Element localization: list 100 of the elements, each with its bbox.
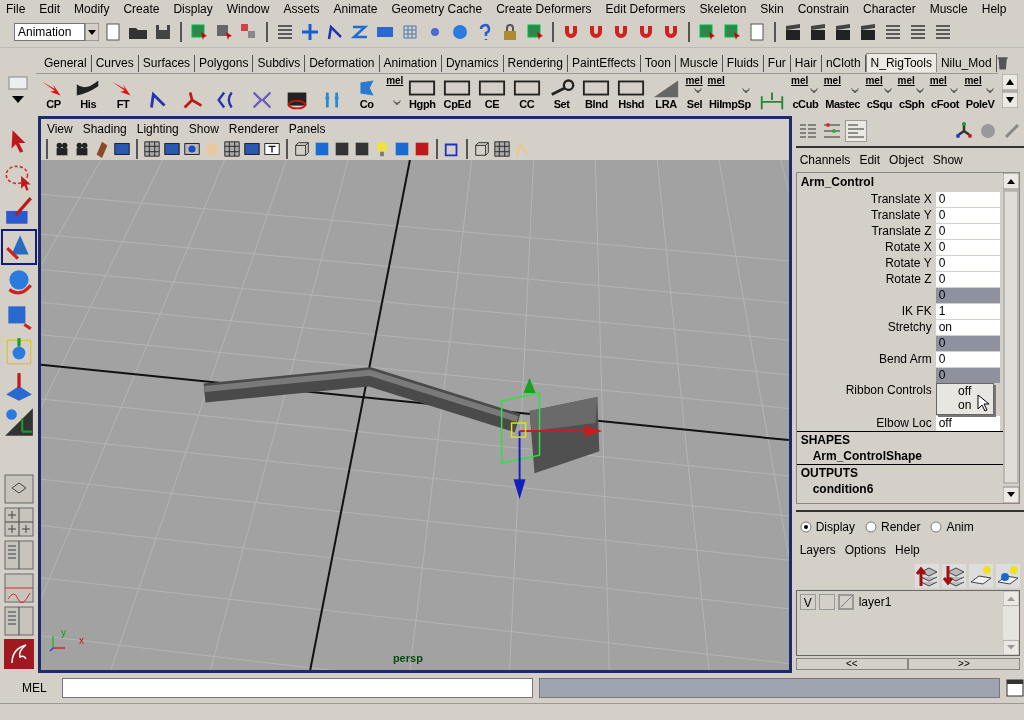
plus-icon[interactable] — [300, 22, 320, 42]
layer-menu-item[interactable]: Layers — [799, 543, 836, 557]
shelf-button[interactable]: Blnd — [579, 73, 614, 110]
page-button[interactable]: << — [795, 658, 908, 670]
attribute-value-field[interactable]: on — [935, 319, 1000, 335]
radio-label[interactable]: Display — [815, 520, 856, 534]
shelf-button[interactable]: mel Sel — [683, 73, 706, 110]
shelf-button[interactable]: His — [70, 73, 106, 110]
shelf-tab[interactable]: Deformation — [305, 55, 380, 72]
shelf-tab[interactable]: Polygons — [195, 55, 254, 72]
shelf-tab[interactable]: PaintEffects — [567, 55, 641, 72]
axes-icon[interactable] — [2, 406, 35, 438]
display-type-toggle[interactable] — [818, 594, 835, 610]
panel-menu-item[interactable]: Lighting — [136, 121, 179, 136]
layer-menu-item[interactable]: Options — [844, 543, 887, 557]
shelf-tab[interactable]: Curves — [91, 55, 139, 72]
menu-item[interactable]: Animate — [333, 1, 378, 16]
shelf-scrollbar[interactable] — [1002, 74, 1018, 108]
hypershade-icon[interactable] — [883, 22, 903, 42]
visibility-toggle[interactable]: V — [799, 594, 816, 610]
radio-button[interactable] — [930, 521, 943, 533]
attribute-label[interactable]: Rotate X — [796, 240, 936, 254]
attribute-label[interactable]: Rotate Y — [796, 256, 936, 270]
shelf-tab[interactable]: Surfaces — [138, 55, 196, 72]
channel-menu-item[interactable]: Object — [889, 153, 924, 167]
mode-dropdown[interactable]: Animation — [14, 23, 85, 41]
graph-pane-icon[interactable] — [3, 573, 34, 603]
attribute-value-field[interactable]: 0 — [935, 271, 1000, 287]
attribute-value-field[interactable]: 0 — [935, 223, 1000, 239]
menu-item[interactable]: Edit Deformers — [605, 1, 686, 16]
shelf-button[interactable]: LRA — [648, 73, 684, 110]
node-name[interactable]: condition6 — [796, 481, 1003, 497]
channel-menu-item[interactable]: Show — [932, 153, 963, 167]
panel-menu-item[interactable]: Renderer — [228, 121, 279, 136]
shelf-tab[interactable]: Fluids — [722, 55, 764, 72]
shelf-button[interactable]: mel cSqu — [863, 73, 896, 110]
shelf-tab[interactable]: Rendering — [503, 55, 568, 72]
shelf-tab[interactable]: nCloth — [821, 55, 866, 72]
shelf-button[interactable]: CC — [509, 73, 545, 110]
attributes-icon[interactable] — [908, 22, 928, 42]
frame-icon[interactable] — [492, 140, 511, 158]
menu-item[interactable]: Modify — [74, 1, 110, 16]
menu-item[interactable]: File — [6, 1, 26, 16]
menu-item[interactable]: Window — [226, 1, 270, 16]
shelf-tab[interactable]: Nilu_Mod — [936, 55, 997, 72]
node-name[interactable]: Arm_ControlShape — [796, 448, 1003, 464]
menu-item[interactable]: Help — [981, 1, 1007, 16]
attribute-value-field[interactable]: 0 — [935, 239, 1000, 255]
shelf-button[interactable]: mel Mastec — [821, 73, 864, 110]
menu-item[interactable]: Skin — [760, 1, 784, 16]
shelf-button[interactable]: mel cCub — [789, 73, 822, 110]
attribute-value-field[interactable]: 1 — [935, 303, 1000, 319]
xray-cube-icon[interactable] — [472, 140, 491, 158]
color-swatch-icon[interactable] — [837, 594, 854, 610]
attribute-label[interactable]: Elbow Loc — [796, 416, 936, 430]
shelf-tab[interactable]: General — [40, 55, 92, 72]
field-chart-icon[interactable] — [222, 140, 241, 158]
brush-icon[interactable] — [1002, 121, 1022, 141]
menu-item[interactable]: Muscle — [929, 1, 968, 16]
attribute-label[interactable]: Translate Z — [796, 224, 936, 238]
attribute-label[interactable]: Translate Y — [796, 208, 936, 222]
shelf-tab[interactable]: Dynamics — [441, 55, 504, 72]
command-input-field[interactable] — [61, 678, 533, 698]
new-layer-selected-icon[interactable] — [996, 564, 1020, 588]
channel-layer-icon[interactable] — [845, 121, 866, 141]
shelf-button[interactable]: mel HiImpSp — [705, 73, 755, 110]
shelf-button[interactable]: Set — [544, 73, 579, 110]
attribute-label[interactable]: Bend Arm — [796, 352, 936, 366]
menu-item[interactable]: Edit — [39, 1, 61, 16]
render-settings-icon[interactable] — [858, 22, 878, 42]
layer-menu-item[interactable]: Help — [895, 543, 920, 557]
attribute-editor-icon[interactable] — [821, 121, 842, 141]
history-icon[interactable] — [747, 22, 767, 42]
panel-menu-item[interactable]: View — [46, 121, 73, 136]
channel-icon[interactable] — [933, 22, 953, 42]
menu-item[interactable]: Skeleton — [699, 1, 747, 16]
lattice-icon[interactable] — [400, 22, 420, 42]
shelf-button[interactable]: mel — [384, 73, 405, 110]
attribute-label[interactable]: IK FK — [796, 304, 936, 318]
page-button[interactable]: >> — [907, 658, 1020, 670]
shelf-tab[interactable]: Toon — [640, 55, 676, 72]
shelf-tab[interactable]: Animation — [379, 55, 442, 72]
object-name[interactable]: Arm_Control — [796, 173, 1003, 191]
radio-button[interactable] — [799, 521, 812, 533]
menu-item[interactable]: Assets — [283, 1, 320, 16]
single-pane-icon[interactable] — [3, 474, 34, 504]
render-view-icon[interactable] — [783, 22, 803, 42]
menu-item[interactable]: Create Deformers — [496, 1, 592, 16]
attribute-value-field[interactable]: 0 — [935, 255, 1000, 271]
script-editor-icon[interactable] — [1006, 679, 1024, 697]
caret-icon[interactable] — [85, 23, 99, 41]
radio-button[interactable] — [865, 521, 878, 533]
channel-box-icon[interactable] — [797, 121, 818, 141]
shelf-tab[interactable]: Subdivs — [253, 55, 306, 72]
shelf-button[interactable]: CE — [474, 73, 510, 110]
command-language-label[interactable]: MEL — [0, 681, 50, 695]
save-icon[interactable] — [153, 22, 173, 42]
dragon-logo-icon[interactable] — [3, 639, 34, 669]
attribute-label[interactable]: Ribbon Controls — [796, 383, 936, 397]
outliner-pane-icon[interactable] — [3, 540, 34, 570]
